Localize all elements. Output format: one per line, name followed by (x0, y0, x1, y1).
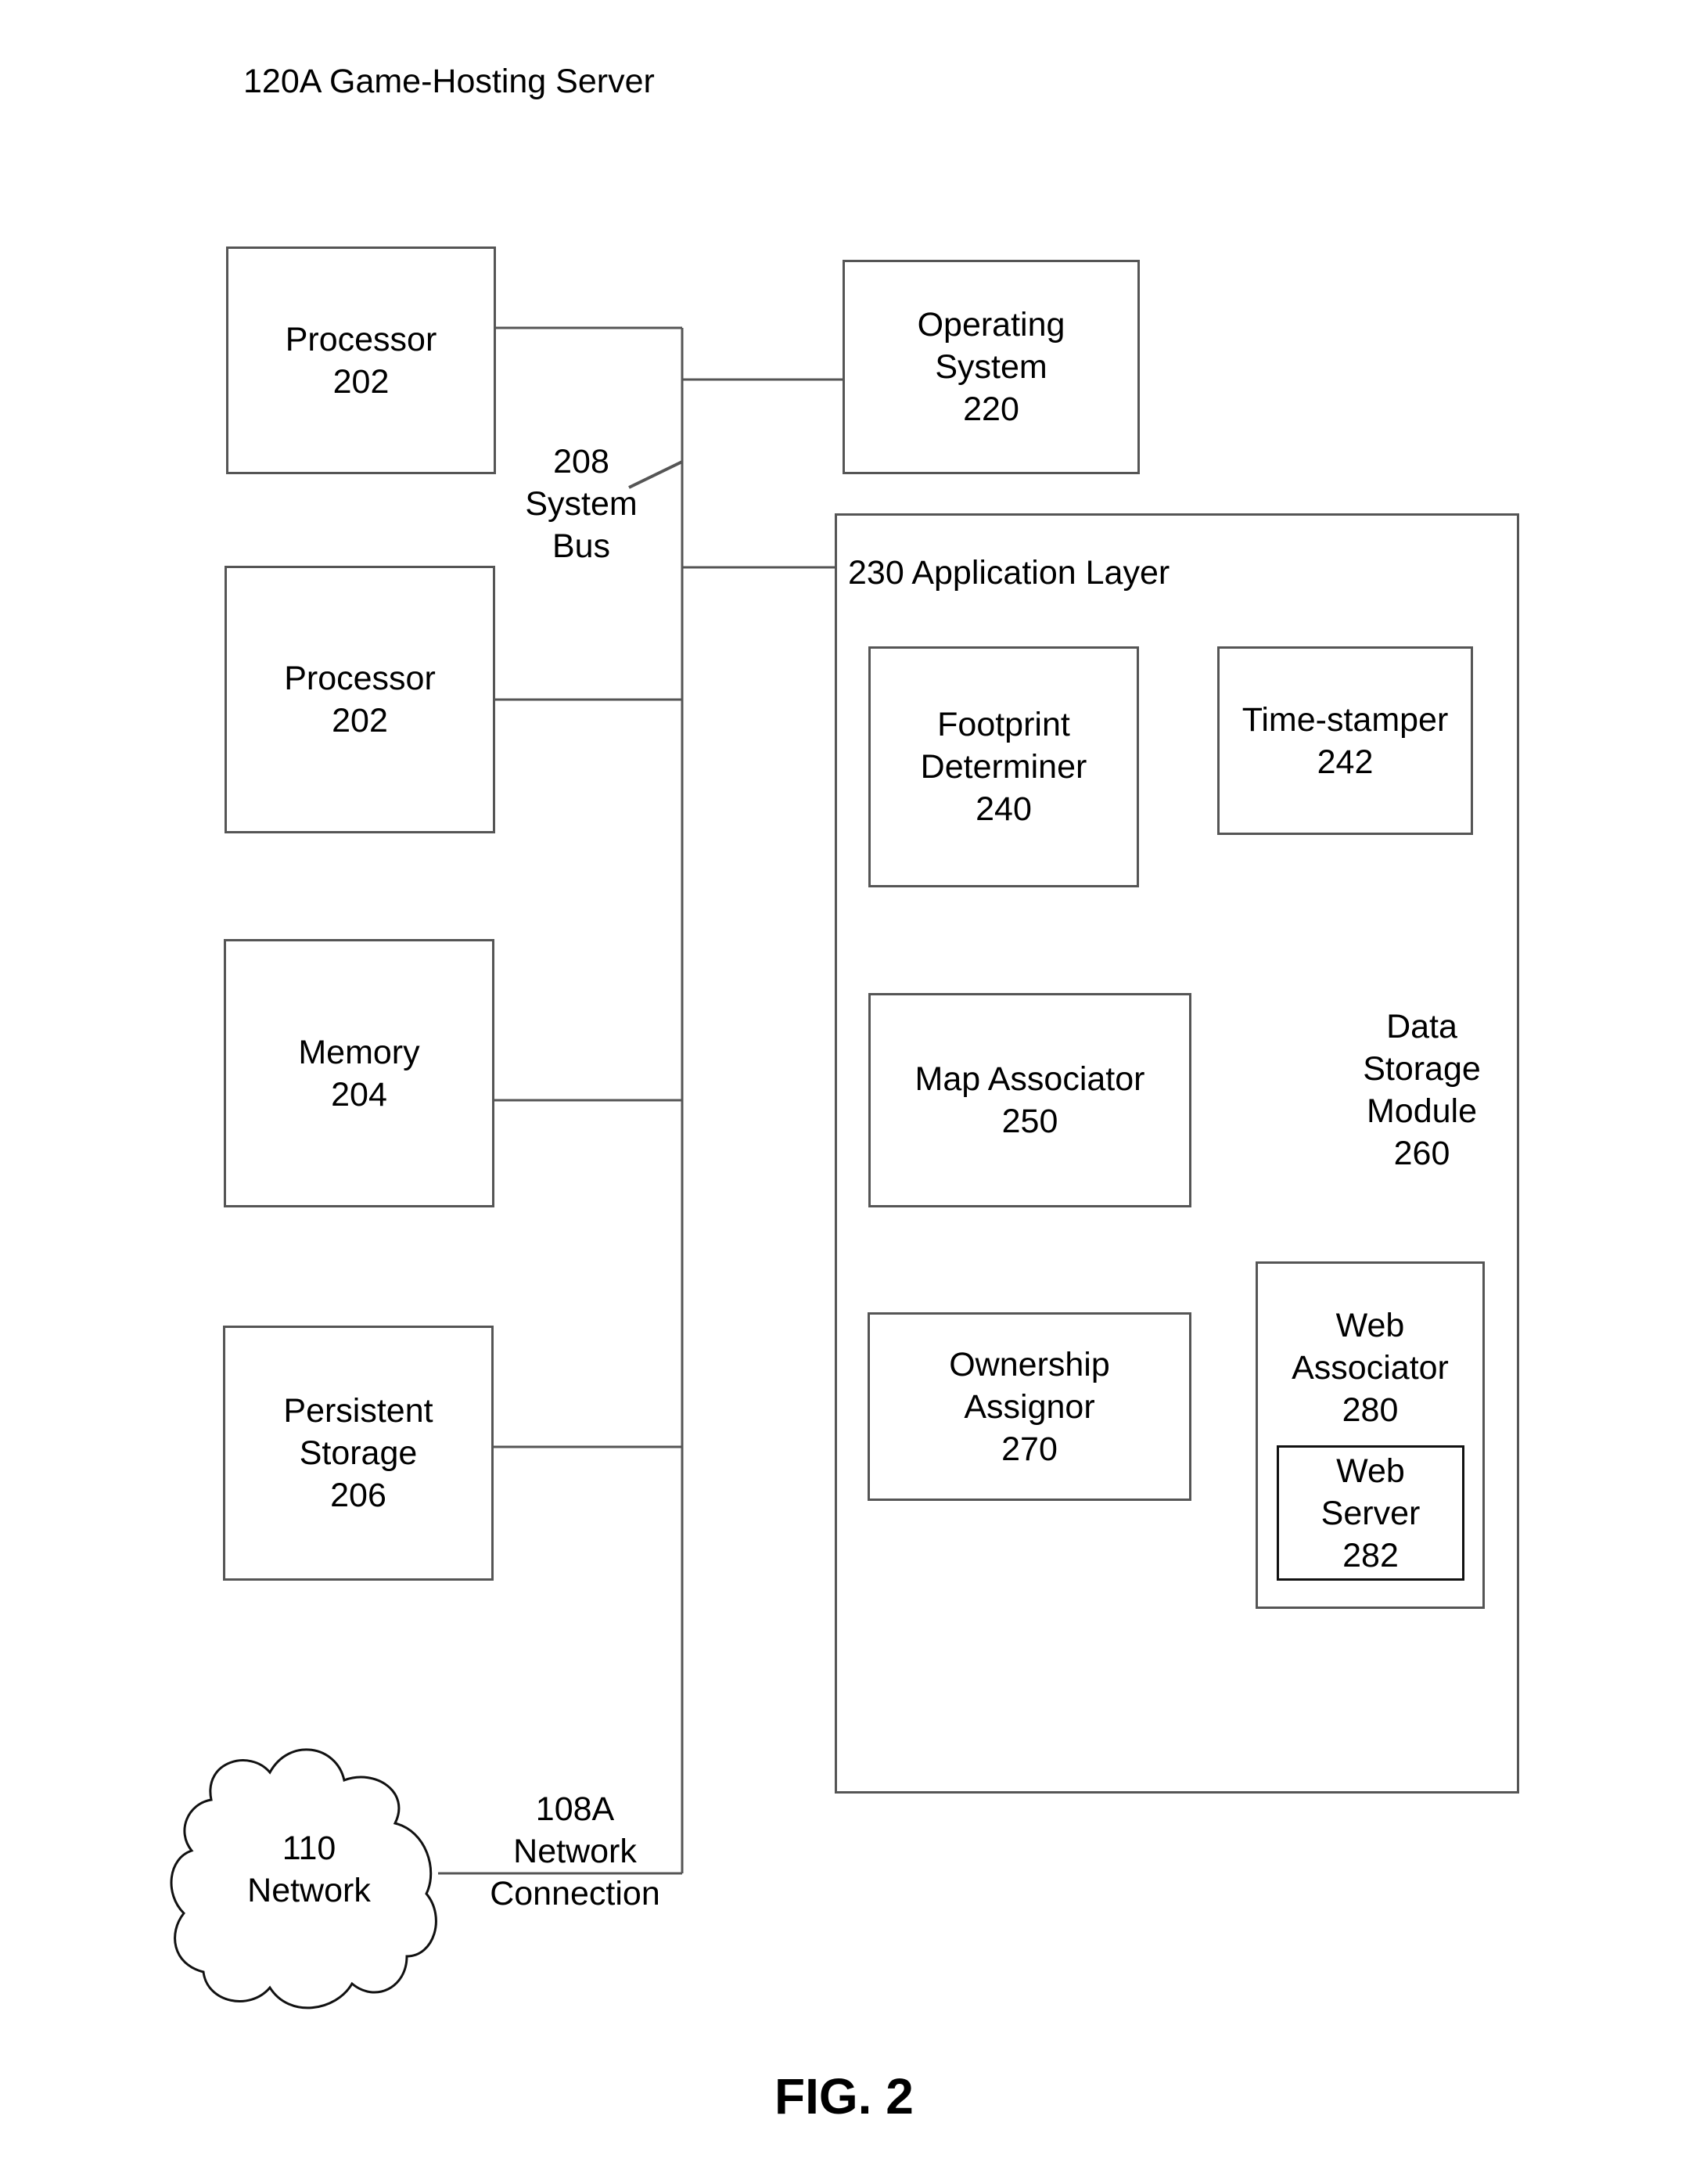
persistent-storage-label-2: Storage (299, 1434, 418, 1472)
system-bus-label: 208 System Bus (525, 443, 638, 565)
network-connection-label: 108A Network Connection (490, 1790, 660, 1912)
processor-2-label: Processor (284, 660, 436, 697)
memory-box: Memory 204 (224, 939, 494, 1207)
processor-1-number: 202 (332, 362, 390, 401)
map-associator-box: Map Associator 250 (868, 993, 1191, 1207)
memory-label: Memory (298, 1033, 420, 1071)
diagram-title: 120A Game-Hosting Server (243, 63, 655, 100)
processor-1-box: Processor 202 (226, 246, 496, 474)
persistent-storage-number: 206 (330, 1477, 386, 1514)
figure-label: FIG. 2 (774, 2068, 914, 2125)
application-layer-label: 230 Application Layer (848, 554, 1170, 592)
web-server-box: Web Server 282 (1277, 1445, 1464, 1581)
time-stamper-box: Time-stamper 242 (1217, 646, 1473, 835)
persistent-storage-box: Persistent Storage 206 (223, 1326, 494, 1581)
network-label: 110 Network (247, 1830, 371, 1909)
ownership-assignor-box: Ownership Assignor 270 (868, 1312, 1191, 1501)
footprint-determiner-box: Footprint Determiner 240 (868, 646, 1139, 887)
operating-system-box: Operating System 220 (843, 260, 1140, 474)
data-storage-label: Data Storage Module 260 (1363, 1008, 1481, 1172)
processor-2-number: 202 (332, 702, 388, 739)
memory-number: 204 (331, 1075, 387, 1114)
persistent-storage-label-1: Persistent (283, 1392, 433, 1430)
processor-2-box: Processor 202 (225, 566, 495, 833)
processor-1-label: Processor (285, 320, 437, 358)
